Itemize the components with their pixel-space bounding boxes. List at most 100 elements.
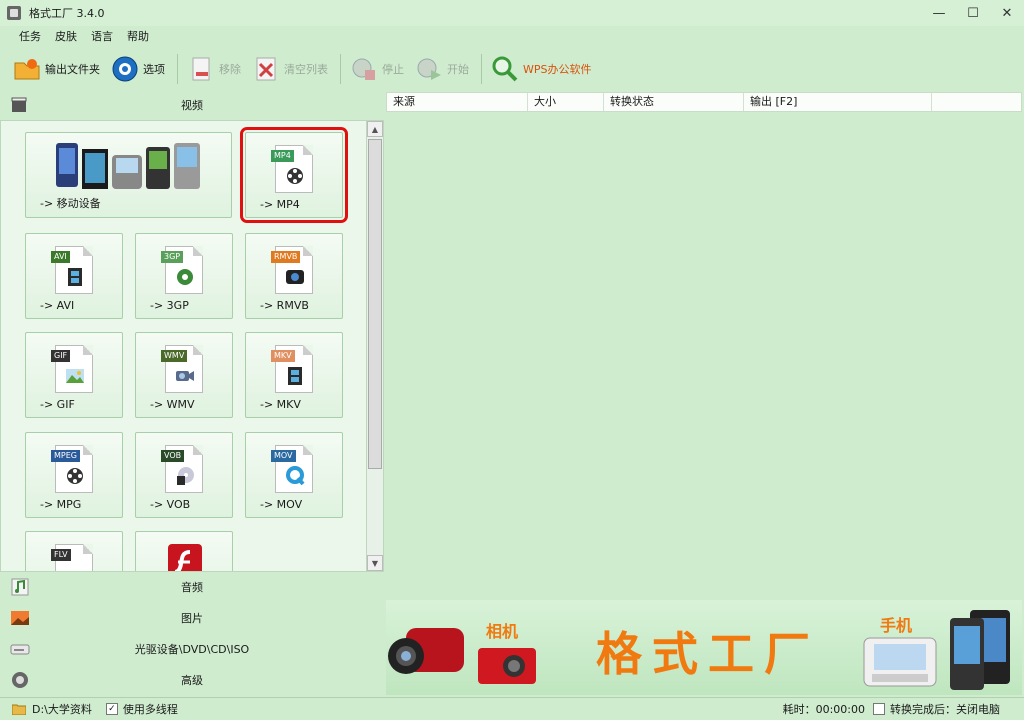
task-list-body[interactable] — [386, 112, 1022, 600]
maximize-button[interactable]: ☐ — [956, 0, 990, 26]
video-format-grid: -> 移动设备 MP4 -> MP4 AVI -> AVI 3GP -> 3GP — [0, 120, 384, 572]
toolbar-separator — [340, 54, 341, 84]
tile-mkv[interactable]: MKV -> MKV — [245, 332, 343, 418]
menu-help[interactable]: 帮助 — [127, 28, 149, 44]
title-bar: 格式工厂 3.4.0 — ☐ ✕ — [0, 0, 1024, 26]
advanced-gear-icon — [12, 672, 28, 688]
quicktime-icon — [286, 466, 305, 486]
menu-task[interactable]: 任务 — [19, 28, 41, 44]
tile-mobile-label: -> 移动设备 — [40, 197, 101, 210]
mpeg-file-icon: MPEG — [51, 445, 93, 493]
film-reel-icon — [67, 468, 83, 484]
rmvb-file-icon: RMVB — [271, 246, 313, 294]
menu-skin[interactable]: 皮肤 — [55, 28, 77, 44]
tile-vob[interactable]: VOB -> VOB — [135, 432, 233, 518]
mov-file-icon: MOV — [271, 445, 313, 493]
tile-mp4[interactable]: MP4 -> MP4 — [240, 127, 348, 223]
tile-mov[interactable]: MOV -> MOV — [245, 432, 343, 518]
smartphone-icon — [950, 610, 1010, 690]
folder-icon — [14, 59, 40, 80]
camcorder-icon — [388, 628, 464, 674]
task-list-panel: 来源 大小 转换状态 输出 [F2] 相机 格式工厂 手机 — [386, 90, 1022, 695]
remove-icon — [192, 57, 210, 81]
category-disc[interactable]: 光驱设备\DVD\CD\ISO — [0, 633, 384, 664]
picture-icon — [11, 611, 29, 625]
clear-list-icon — [256, 57, 276, 81]
category-image[interactable]: 图片 — [0, 602, 384, 633]
category-video[interactable]: 视频 — [0, 90, 384, 120]
multithread-label: 使用多线程 — [122, 703, 178, 716]
wps-office-button[interactable]: WPS办公软件 — [490, 51, 592, 87]
flv-file-icon: FLV — [51, 544, 93, 571]
clear-list-button[interactable]: 清空列表 — [251, 51, 328, 87]
start-icon — [417, 58, 441, 80]
film-strip-icon — [288, 367, 302, 385]
banner-camera-label: 相机 — [486, 622, 519, 641]
tile-mpg[interactable]: MPEG -> MPG — [25, 432, 123, 518]
banner-phone-label: 手机 — [880, 616, 913, 635]
tile-flv[interactable]: FLV — [25, 531, 123, 571]
multithread-checkbox[interactable]: ✓ — [105, 703, 118, 715]
toolbar-separator — [481, 54, 482, 84]
toolbar-separator — [177, 54, 178, 84]
category-audio[interactable]: 音频 — [0, 571, 384, 602]
tile-gif[interactable]: GIF -> GIF — [25, 332, 123, 418]
category-video-label: 视频 — [181, 99, 203, 112]
status-bar: D:\大学资料 ✓ 使用多线程 耗时：00:00:00 转换完成后：关闭电脑 — [0, 697, 1024, 720]
tile-mobile-device[interactable]: -> 移动设备 — [25, 132, 232, 218]
mp4-file-icon: MP4 — [271, 145, 313, 193]
disc-drive-icon — [10, 644, 30, 655]
mobile-devices-icon — [56, 143, 200, 189]
avi-file-icon: AVI — [51, 246, 93, 294]
video-list-scrollbar[interactable]: ▲ ▼ — [366, 121, 383, 571]
output-folder-button[interactable]: 输出文件夹 — [12, 51, 100, 87]
conversion-panel: 视频 -> 移动设备 MP4 -> MP4 AVI -> AVI 3GP -> … — [0, 90, 384, 695]
banner-title: 格式工厂 — [596, 627, 820, 681]
real-player-icon — [286, 270, 304, 284]
wmv-file-icon: WMV — [161, 345, 203, 393]
options-button[interactable]: 选项 — [110, 51, 165, 87]
music-note-icon — [11, 578, 29, 596]
stop-button[interactable]: 停止 — [349, 51, 404, 87]
remove-button[interactable]: 移除 — [186, 51, 241, 87]
film-strip-icon — [68, 268, 82, 286]
flash-icon — [168, 544, 202, 571]
disc-icon — [177, 467, 194, 485]
tile-swf[interactable] — [135, 531, 233, 571]
column-size[interactable]: 大小 — [528, 93, 604, 111]
stop-icon — [352, 58, 375, 80]
tile-3gp[interactable]: 3GP -> 3GP — [135, 233, 233, 319]
column-source[interactable]: 来源 — [387, 93, 528, 111]
minimize-button[interactable]: — — [922, 0, 956, 26]
start-button[interactable]: 开始 — [414, 51, 469, 87]
tile-avi[interactable]: AVI -> AVI — [25, 233, 123, 319]
picture-icon — [66, 369, 84, 383]
close-button[interactable]: ✕ — [990, 0, 1024, 26]
tile-wmv[interactable]: WMV -> WMV — [135, 332, 233, 418]
3gp-file-icon: 3GP — [161, 246, 203, 294]
app-icon — [7, 6, 21, 20]
scroll-down-icon[interactable]: ▼ — [367, 555, 383, 571]
after-done-label: 转换完成后：关闭电脑 — [890, 703, 1000, 716]
camera-icon — [478, 648, 536, 684]
camcorder-icon — [176, 371, 194, 381]
column-status[interactable]: 转换状态 — [604, 93, 744, 111]
wps-magnifier-icon — [492, 56, 518, 82]
gif-file-icon: GIF — [51, 345, 93, 393]
column-output[interactable]: 输出 [F2] — [744, 93, 932, 111]
vob-file-icon: VOB — [161, 445, 203, 493]
output-path[interactable]: D:\大学资料 — [32, 701, 92, 717]
tile-rmvb[interactable]: RMVB -> RMVB — [245, 233, 343, 319]
task-list-header: 来源 大小 转换状态 输出 [F2] — [386, 92, 1022, 112]
menu-bar: 任务 皮肤 语言 帮助 — [0, 26, 1024, 46]
category-advanced[interactable]: 高级 — [0, 664, 384, 695]
promo-banner: 相机 格式工厂 手机 — [386, 600, 1022, 695]
handheld-device-icon — [863, 637, 937, 687]
shutdown-checkbox[interactable] — [873, 703, 885, 715]
menu-language[interactable]: 语言 — [91, 28, 113, 44]
folder-icon[interactable] — [12, 703, 26, 715]
scroll-up-icon[interactable]: ▲ — [367, 121, 383, 137]
options-gear-icon — [112, 56, 138, 82]
mkv-file-icon: MKV — [271, 345, 313, 393]
scroll-thumb[interactable] — [368, 139, 382, 469]
